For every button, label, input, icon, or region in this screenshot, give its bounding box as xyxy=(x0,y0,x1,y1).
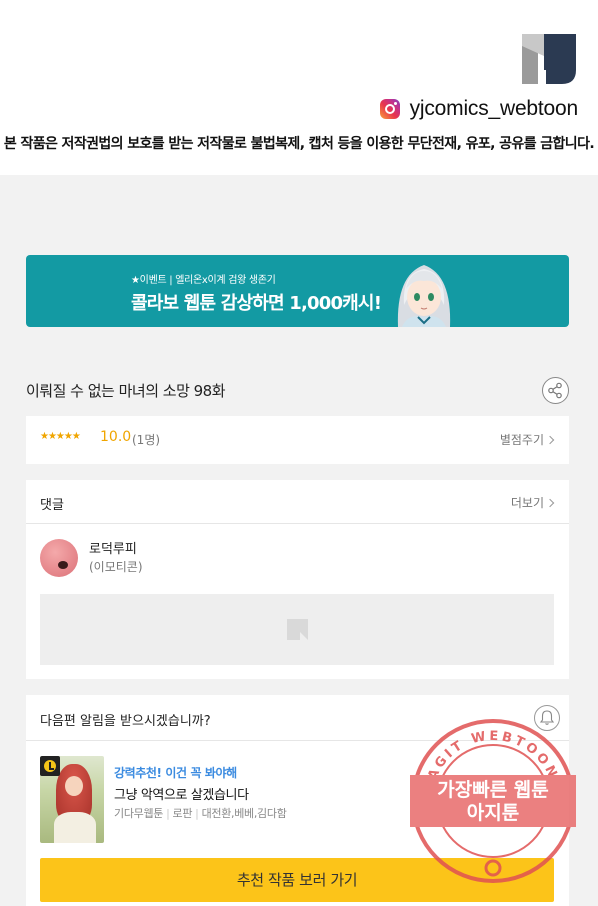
recommended-thumbnail[interactable] xyxy=(40,756,104,843)
share-icon xyxy=(548,382,562,399)
star-rating-icon: ★★★★★ xyxy=(40,431,81,442)
share-button[interactable] xyxy=(542,377,569,404)
next-episode-prompt: 다음편 알림을 받으시겠습니까? xyxy=(40,714,211,729)
image-placeholder-icon xyxy=(287,619,308,640)
watermark-line1: 가장빠른 웹툰 xyxy=(437,779,549,801)
banner-subtitle: ★이벤트 | 엘리온x이계 검왕 생존기 xyxy=(131,275,276,286)
thumbnail-face xyxy=(65,776,83,796)
avatar[interactable] xyxy=(40,539,78,577)
banner-title: 콜라보 웹툰 감상하면 1,000캐시! xyxy=(131,293,382,314)
comments-title: 댓글 xyxy=(40,498,64,513)
meta-genre: 로판 xyxy=(172,807,193,820)
episode-title: 이뤄질 수 없는 마녀의 소망 98화 xyxy=(26,382,226,400)
instagram-icon xyxy=(379,99,400,119)
rating-count: (1명) xyxy=(132,433,161,447)
header-area: yjcomics_webtoon 본 작품은 저작권법의 보호를 받는 저작물로… xyxy=(0,0,598,175)
meta-authors: 대전환,베베,김다함 xyxy=(201,807,287,820)
rating-card: ★★★★★ 10.0 (1명) 별점주기 xyxy=(26,416,569,464)
clock-icon xyxy=(40,756,60,776)
yj-logo-icon xyxy=(522,34,576,84)
avatar-mouth xyxy=(58,561,68,569)
copyright-notice: 본 작품은 저작권법의 보호를 받는 저작물로 불법복제, 캡처 등을 이용한 … xyxy=(3,136,595,152)
rate-button-label: 별점주기 xyxy=(499,433,544,447)
comments-card: 댓글 더보기 로덕루피 (이모티콘) xyxy=(26,480,569,679)
recommend-title[interactable]: 그냥 악역으로 살겠습니다 xyxy=(114,784,249,803)
recommend-tag: 강력추천! 이건 꼭 봐야해 xyxy=(114,766,237,780)
rating-score: 10.0 xyxy=(100,429,132,445)
instagram-handle: yjcomics_webtoon xyxy=(409,97,579,120)
watermark-line2: 아지툰 xyxy=(467,802,519,824)
recommend-meta: 기다무웹툰 | 로판 | 대전환,베베,김다함 xyxy=(114,807,287,820)
comments-header: 댓글 더보기 xyxy=(26,480,569,524)
chevron-right-icon xyxy=(545,498,555,508)
banner-character-illustration xyxy=(397,265,451,327)
comments-more-link[interactable]: 더보기 xyxy=(510,494,555,511)
emoticon-placeholder xyxy=(40,594,554,665)
meta-category: 기다무웹툰 xyxy=(114,807,164,820)
comment-username[interactable]: 로덕루피 xyxy=(89,538,137,557)
rate-button[interactable]: 별점주기 xyxy=(499,431,555,448)
thumbnail-dress xyxy=(54,812,96,843)
more-link-label: 더보기 xyxy=(510,496,544,510)
chevron-right-icon xyxy=(545,435,555,445)
event-banner[interactable]: ★이벤트 | 엘리온x이계 검왕 생존기 콜라보 웹툰 감상하면 1,000캐시… xyxy=(26,255,569,327)
agit-webtoon-watermark-stamp: AGIT WEBTOON 가장빠른 웹툰 아지툰 xyxy=(410,719,576,883)
instagram-link[interactable]: yjcomics_webtoon xyxy=(379,97,579,121)
comment-text: (이모티콘) xyxy=(89,560,143,574)
